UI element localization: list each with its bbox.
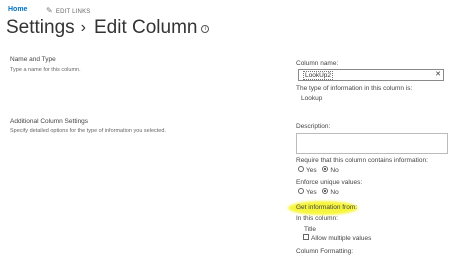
name-type-heading: Name and Type bbox=[10, 56, 56, 63]
additional-settings-heading: Additional Column Settings bbox=[10, 118, 89, 125]
edit-links-label: EDIT LINKS bbox=[55, 9, 91, 15]
breadcrumb-current: Edit Column bbox=[93, 17, 198, 38]
unique-yes-radio[interactable] bbox=[298, 188, 304, 195]
enforce-unique-options: Yes No bbox=[298, 188, 339, 196]
require-yes-label: Yes bbox=[306, 167, 317, 174]
page-title: Settings › Edit Column i bbox=[6, 17, 210, 39]
info-icon[interactable]: i bbox=[201, 25, 210, 33]
in-this-column-label: In this column: bbox=[296, 215, 338, 222]
column-name-label: Column name: bbox=[296, 60, 339, 67]
column-formatting-label: Column Formatting: bbox=[296, 248, 354, 255]
enforce-unique-label: Enforce unique values: bbox=[296, 179, 363, 186]
unique-yes-label: Yes bbox=[306, 189, 317, 196]
column-type-value: Lookup bbox=[301, 95, 323, 102]
unique-no-label: No bbox=[330, 189, 339, 196]
require-info-options: Yes No bbox=[298, 166, 339, 174]
breadcrumb-separator: › bbox=[80, 19, 86, 36]
description-textarea[interactable] bbox=[296, 133, 448, 154]
in-this-column-value: Title bbox=[304, 226, 317, 233]
require-yes-radio[interactable] bbox=[298, 166, 304, 173]
get-information-label: Get information from: bbox=[296, 204, 358, 211]
allow-multiple-label: Allow multiple values bbox=[311, 235, 372, 242]
description-label: Description: bbox=[296, 123, 331, 130]
breadcrumb-settings[interactable]: Settings bbox=[6, 17, 75, 38]
require-info-label: Require that this column contains inform… bbox=[296, 157, 428, 164]
clear-icon[interactable]: ✕ bbox=[435, 70, 441, 78]
additional-settings-description: Specify detailed options for the type of… bbox=[10, 128, 166, 134]
home-link[interactable]: Home bbox=[8, 6, 27, 13]
column-name-input[interactable]: LookUp2 ✕ bbox=[298, 69, 444, 81]
require-no-label: No bbox=[330, 167, 339, 174]
allow-multiple-checkbox[interactable] bbox=[303, 234, 309, 241]
edit-links-link[interactable]: ✎ EDIT LINKS bbox=[46, 6, 90, 15]
name-type-description: Type a name for this column. bbox=[10, 67, 81, 73]
pencil-icon: ✎ bbox=[46, 6, 53, 15]
unique-no-radio[interactable] bbox=[322, 188, 329, 195]
column-name-value: LookUp2 bbox=[303, 71, 334, 80]
column-type-label: The type of information in this column i… bbox=[296, 85, 413, 92]
require-no-radio[interactable] bbox=[322, 166, 329, 173]
allow-multiple-option: Allow multiple values bbox=[303, 234, 372, 242]
